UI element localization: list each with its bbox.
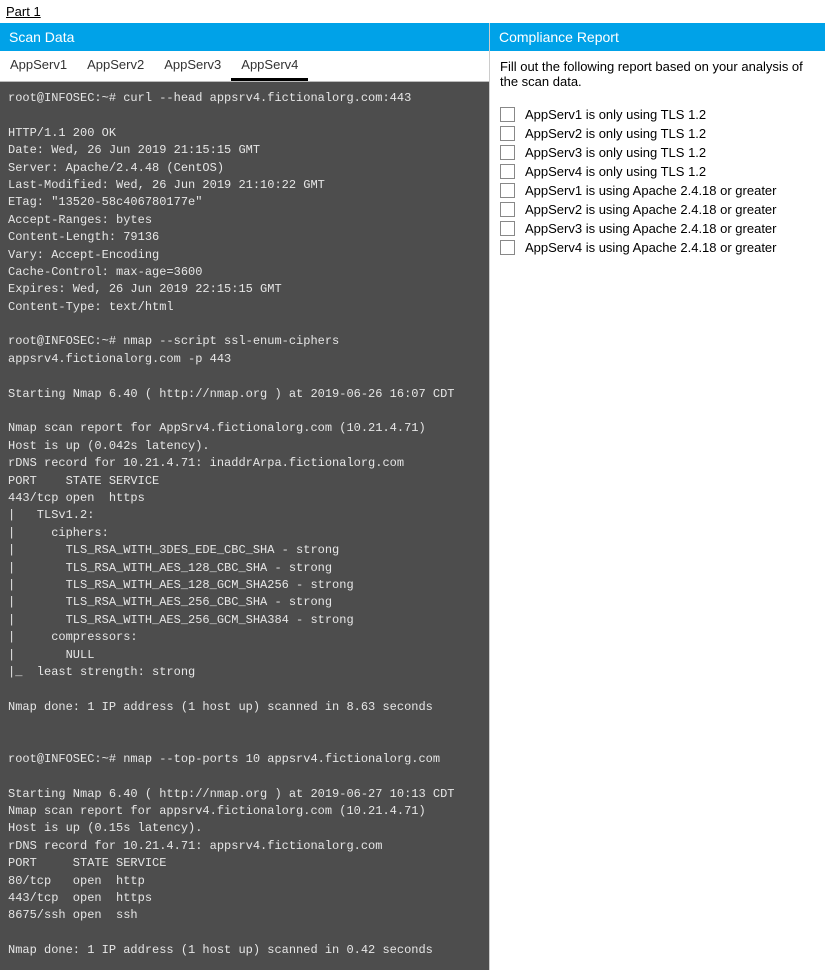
tab-appserv1[interactable]: AppServ1: [0, 51, 77, 81]
checkbox[interactable]: [500, 126, 515, 141]
checkbox[interactable]: [500, 164, 515, 179]
checkbox[interactable]: [500, 221, 515, 236]
terminal-output: root@INFOSEC:~# curl --head appsrv4.fict…: [0, 82, 489, 970]
checkbox-label: AppServ4 is using Apache 2.4.18 or great…: [525, 240, 777, 255]
checklist-item: AppServ3 is only using TLS 1.2: [500, 143, 815, 162]
checkbox-label: AppServ3 is only using TLS 1.2: [525, 145, 706, 160]
part-link[interactable]: Part 1: [0, 0, 47, 23]
checkbox-label: AppServ4 is only using TLS 1.2: [525, 164, 706, 179]
checkbox-label: AppServ1 is using Apache 2.4.18 or great…: [525, 183, 777, 198]
tab-appserv2[interactable]: AppServ2: [77, 51, 154, 81]
compliance-report-header: Compliance Report: [490, 23, 825, 51]
checkbox-label: AppServ2 is using Apache 2.4.18 or great…: [525, 202, 777, 217]
checkbox-label: AppServ2 is only using TLS 1.2: [525, 126, 706, 141]
checkbox-label: AppServ3 is using Apache 2.4.18 or great…: [525, 221, 777, 236]
checklist-item: AppServ1 is only using TLS 1.2: [500, 105, 815, 124]
checkbox[interactable]: [500, 202, 515, 217]
checkbox[interactable]: [500, 240, 515, 255]
columns: Scan Data AppServ1 AppServ2 AppServ3 App…: [0, 23, 825, 970]
right-column: Compliance Report Fill out the following…: [490, 23, 825, 970]
checklist-item: AppServ3 is using Apache 2.4.18 or great…: [500, 219, 815, 238]
checkbox[interactable]: [500, 145, 515, 160]
checkbox[interactable]: [500, 183, 515, 198]
left-column: Scan Data AppServ1 AppServ2 AppServ3 App…: [0, 23, 490, 970]
checkbox[interactable]: [500, 107, 515, 122]
checklist-item: AppServ2 is only using TLS 1.2: [500, 124, 815, 143]
tab-appserv3[interactable]: AppServ3: [154, 51, 231, 81]
server-tabs: AppServ1 AppServ2 AppServ3 AppServ4: [0, 51, 489, 82]
checklist-item: AppServ4 is using Apache 2.4.18 or great…: [500, 238, 815, 257]
scan-data-header: Scan Data: [0, 23, 489, 51]
checklist-item: AppServ1 is using Apache 2.4.18 or great…: [500, 181, 815, 200]
tab-appserv4[interactable]: AppServ4: [231, 51, 308, 81]
checkbox-label: AppServ1 is only using TLS 1.2: [525, 107, 706, 122]
checklist-item: AppServ2 is using Apache 2.4.18 or great…: [500, 200, 815, 219]
instructions-text: Fill out the following report based on y…: [490, 51, 825, 99]
checklist-item: AppServ4 is only using TLS 1.2: [500, 162, 815, 181]
checklist: AppServ1 is only using TLS 1.2 AppServ2 …: [490, 99, 825, 267]
